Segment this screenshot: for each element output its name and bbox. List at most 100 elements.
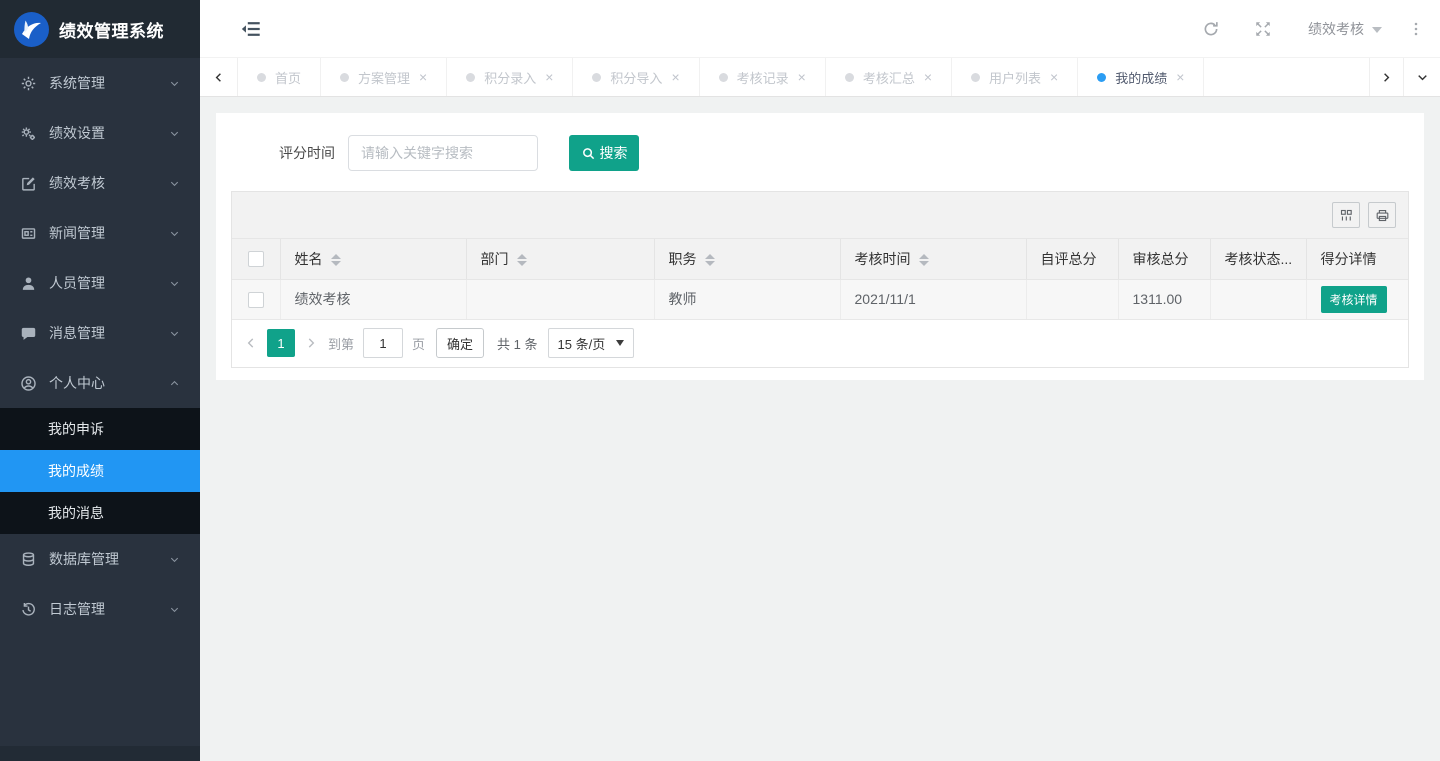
search-input[interactable] [348, 135, 538, 171]
tab-assess-summary[interactable]: 考核汇总 × [826, 58, 952, 96]
chevron-down-icon [169, 278, 180, 289]
close-icon[interactable]: × [798, 70, 806, 84]
close-icon[interactable]: × [545, 70, 553, 84]
tab-label: 用户列表 [989, 68, 1041, 87]
print-button[interactable] [1368, 202, 1396, 228]
sort-icon[interactable] [705, 254, 715, 266]
cell-position: 教师 [654, 279, 840, 319]
close-icon[interactable]: × [1176, 70, 1184, 84]
sidebar-item-label: 日志管理 [49, 599, 169, 619]
sidebar-item-database[interactable]: 数据库管理 [0, 534, 200, 584]
sidebar-item-system[interactable]: 系统管理 [0, 58, 200, 108]
prev-page-icon[interactable] [244, 336, 258, 350]
columns-toggle-button[interactable] [1332, 202, 1360, 228]
refresh-icon[interactable] [1202, 20, 1220, 38]
tabbar: 首页 方案管理 × 积分录入 × 积分导入 × 考核记录 × 考核汇总 × 用户… [200, 58, 1440, 97]
tabs-scroll-right-icon[interactable] [1369, 58, 1403, 96]
sidebar-fold-icon[interactable] [240, 18, 262, 40]
tab-home[interactable]: 首页 [238, 58, 321, 96]
user-dropdown[interactable]: 绩效考核 [1308, 19, 1382, 39]
tab-score-entry[interactable]: 积分录入 × [447, 58, 573, 96]
tab-assess-records[interactable]: 考核记录 × [700, 58, 826, 96]
select-all-checkbox[interactable] [248, 251, 264, 267]
dot-icon [592, 73, 601, 82]
tab-user-list[interactable]: 用户列表 × [952, 58, 1078, 96]
fullscreen-icon[interactable] [1254, 20, 1272, 38]
submenu-item-my-scores[interactable]: 我的成绩 [0, 450, 200, 492]
page-number-button[interactable]: 1 [267, 329, 295, 357]
sort-icon[interactable] [331, 254, 341, 266]
column-header-status: 考核状态... [1210, 239, 1306, 279]
tab-my-scores[interactable]: 我的成绩 × [1078, 58, 1204, 96]
printer-icon [1375, 208, 1390, 223]
goto-page-input[interactable] [363, 328, 403, 358]
page-size-value: 15 条/页 [558, 334, 606, 353]
chevron-down-icon [169, 128, 180, 139]
table-row[interactable]: 绩效考核 教师 2021/11/1 1311.00 考核详情 [232, 279, 1408, 319]
personal-center-submenu: 我的申诉 我的成绩 我的消息 [0, 408, 200, 534]
topbar-actions: 绩效考核 [1202, 19, 1440, 39]
next-page-icon[interactable] [304, 336, 318, 350]
sidebar-item-label: 新闻管理 [49, 223, 169, 243]
tab-plan-mgmt[interactable]: 方案管理 × [321, 58, 447, 96]
dot-icon [719, 73, 728, 82]
close-icon[interactable]: × [1050, 70, 1058, 84]
select-caret-icon [616, 340, 624, 346]
edit-icon [20, 175, 37, 192]
tab-label: 积分导入 [610, 68, 662, 87]
sidebar: 绩效管理系统 系统管理 绩效设置 绩效考核 新闻管理 人员管理 [0, 0, 200, 761]
close-icon[interactable]: × [419, 70, 427, 84]
sidebar-item-messages[interactable]: 消息管理 [0, 308, 200, 358]
more-vertical-icon[interactable] [1408, 21, 1424, 37]
scores-table: 姓名 部门 职务 考核时间 自评总分 审核总分 考核状态... [232, 239, 1408, 320]
confirm-button[interactable]: 确定 [436, 328, 484, 358]
app-logo-icon [13, 11, 50, 48]
page-suffix-label: 页 [412, 334, 425, 353]
column-header-department[interactable]: 部门 [466, 239, 654, 279]
comment-icon [20, 325, 37, 342]
profile-icon [20, 375, 37, 392]
page-size-select[interactable]: 15 条/页 [548, 328, 635, 358]
dot-icon [971, 73, 980, 82]
column-header-name[interactable]: 姓名 [280, 239, 466, 279]
tab-label: 首页 [275, 68, 301, 87]
tab-score-import[interactable]: 积分导入 × [573, 58, 699, 96]
chevron-down-icon [169, 78, 180, 89]
close-icon[interactable]: × [924, 70, 932, 84]
close-icon[interactable]: × [671, 70, 679, 84]
dot-icon [340, 73, 349, 82]
tabs-dropdown-icon[interactable] [1403, 58, 1440, 96]
column-header-review-score: 审核总分 [1118, 239, 1210, 279]
dot-icon [1097, 73, 1106, 82]
search-button[interactable]: 搜索 [569, 135, 639, 171]
row-checkbox[interactable] [248, 292, 264, 308]
tab-label: 方案管理 [358, 68, 410, 87]
tab-label: 考核记录 [737, 68, 789, 87]
cell-review-score: 1311.00 [1118, 279, 1210, 319]
sort-icon[interactable] [517, 254, 527, 266]
cell-name: 绩效考核 [280, 279, 466, 319]
dot-icon [257, 73, 266, 82]
search-row: 评分时间 搜索 [279, 135, 1409, 171]
sort-icon[interactable] [919, 254, 929, 266]
submenu-item-my-appeals[interactable]: 我的申诉 [0, 408, 200, 450]
tab-label: 我的成绩 [1115, 68, 1167, 87]
main-content: 评分时间 搜索 [200, 97, 1440, 761]
column-header-position[interactable]: 职务 [654, 239, 840, 279]
submenu-item-my-messages[interactable]: 我的消息 [0, 492, 200, 534]
column-header-assess-time[interactable]: 考核时间 [840, 239, 1026, 279]
sidebar-item-personal-center[interactable]: 个人中心 [0, 358, 200, 408]
chevron-down-icon [169, 178, 180, 189]
sidebar-item-perf-settings[interactable]: 绩效设置 [0, 108, 200, 158]
sidebar-item-personnel[interactable]: 人员管理 [0, 258, 200, 308]
tab-label: 考核汇总 [863, 68, 915, 87]
assess-detail-button[interactable]: 考核详情 [1321, 286, 1387, 313]
sidebar-item-perf-assess[interactable]: 绩效考核 [0, 158, 200, 208]
cell-department [466, 279, 654, 319]
sidebar-item-label: 绩效考核 [49, 173, 169, 193]
sidebar-item-logs[interactable]: 日志管理 [0, 584, 200, 634]
sidebar-item-news[interactable]: 新闻管理 [0, 208, 200, 258]
submenu-item-label: 我的申诉 [48, 419, 104, 439]
columns-icon [1339, 208, 1354, 223]
tabs-scroll-left-icon[interactable] [200, 58, 238, 96]
